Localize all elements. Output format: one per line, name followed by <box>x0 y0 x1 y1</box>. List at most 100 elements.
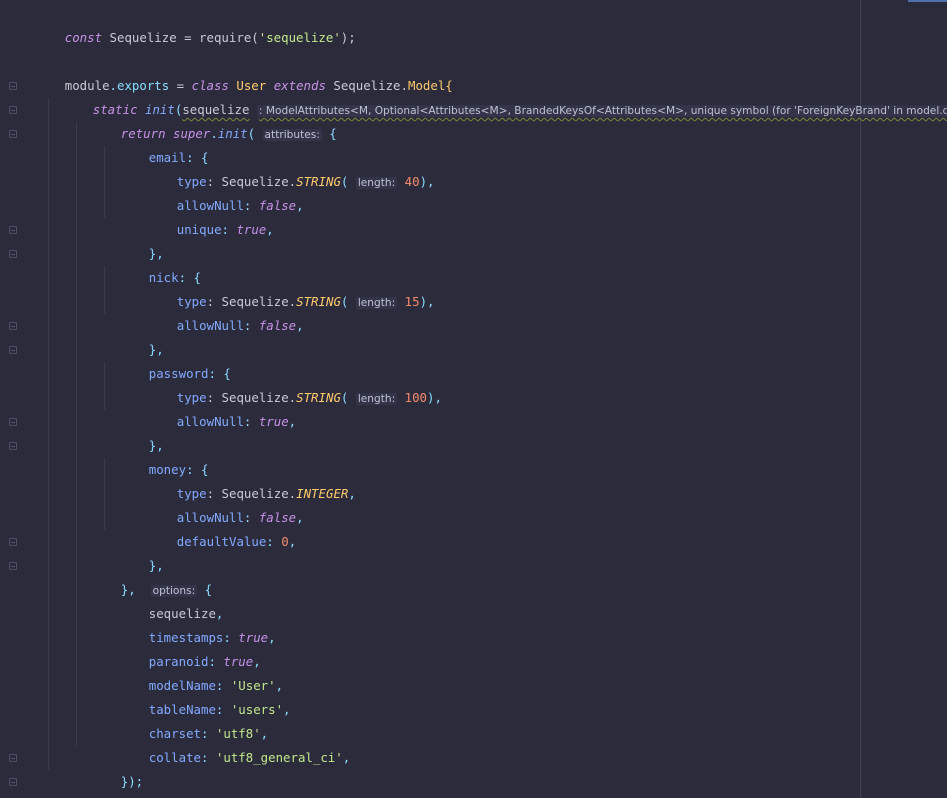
punctuation: ), <box>419 294 435 309</box>
fold-icon[interactable] <box>9 226 17 234</box>
punctuation: : <box>266 534 282 549</box>
code-line-3[interactable]: module.exports = class User extends Sequ… <box>20 50 453 93</box>
code-line-24[interactable]: }, options: { <box>76 554 212 597</box>
code-line-33[interactable]: } <box>48 770 100 794</box>
code-line-16[interactable]: type: Sequelize.STRING( length: 100), <box>132 362 442 405</box>
editor-gutter <box>0 0 18 798</box>
punctuation: , <box>296 510 304 525</box>
fold-icon[interactable] <box>9 82 17 90</box>
punctuation: : <box>243 414 259 429</box>
code-line-32[interactable]: }); <box>76 746 143 789</box>
object-key: allowNull <box>176 318 244 333</box>
code-line-12[interactable]: type: Sequelize.STRING( length: 15), <box>132 266 434 309</box>
method-name: init <box>217 126 248 141</box>
object-key: allowNull <box>176 414 244 429</box>
fold-icon[interactable] <box>9 562 17 570</box>
parameter-hint: length: <box>355 393 398 405</box>
code-line-14[interactable]: }, <box>104 314 164 357</box>
code-line-28[interactable]: modelName: 'User', <box>104 650 283 693</box>
boolean-literal: true <box>258 414 289 429</box>
punctuation: , <box>268 630 276 645</box>
code-line-20[interactable]: type: Sequelize.INTEGER, <box>132 458 356 501</box>
fold-icon[interactable] <box>9 250 17 258</box>
number-literal: 100 <box>404 390 428 405</box>
punctuation: , <box>288 414 297 429</box>
code-line-10[interactable]: }, <box>104 218 164 261</box>
code-line-22[interactable]: defaultValue: 0, <box>132 506 296 549</box>
code-line-11[interactable]: nick: { <box>104 242 201 285</box>
punctuation: : <box>221 222 237 237</box>
code-line-25[interactable]: sequelize, <box>104 578 224 621</box>
code-line-21[interactable]: allowNull: false, <box>132 482 304 525</box>
fold-icon[interactable] <box>9 130 17 138</box>
fold-icon[interactable] <box>9 442 17 450</box>
punctuation: . <box>210 126 218 141</box>
punctuation: , <box>283 702 291 717</box>
code-line-4[interactable]: static init(sequelize : ModelAttributes<… <box>48 74 947 117</box>
code-line-13[interactable]: allowNull: false, <box>132 290 304 333</box>
punctuation: }); <box>120 774 144 789</box>
code-line-7[interactable]: type: Sequelize.STRING( length: 40), <box>132 146 434 189</box>
punctuation: ( <box>247 126 263 141</box>
fold-icon[interactable] <box>9 418 17 426</box>
fold-icon[interactable] <box>9 778 17 786</box>
punctuation: , <box>288 534 297 549</box>
boolean-literal: true <box>236 222 267 237</box>
type-constant: STRING <box>296 390 341 405</box>
type-hint: : ModelAttributes<M, Optional<Attributes… <box>256 105 947 117</box>
object-key: unique <box>176 222 222 237</box>
code-line-8[interactable]: allowNull: false, <box>132 170 304 213</box>
punctuation: ), <box>427 390 442 405</box>
code-line-29[interactable]: tableName: 'users', <box>104 674 291 717</box>
code-line-27[interactable]: paranoid: true, <box>104 626 261 669</box>
code-line-6[interactable]: email: { <box>104 122 209 165</box>
code-line-15[interactable]: password: { <box>104 338 231 381</box>
code-line-31[interactable]: collate: 'utf8_general_ci', <box>104 722 350 765</box>
code-text: ); <box>340 30 356 45</box>
code-text: Sequelize = require( <box>102 30 259 45</box>
code-line-9[interactable]: unique: true, <box>132 194 274 237</box>
fold-icon[interactable] <box>9 322 17 330</box>
punctuation: , <box>296 198 304 213</box>
code-line-18[interactable]: }, <box>104 410 164 453</box>
code-line-19[interactable]: money: { <box>104 434 209 477</box>
code-line-26[interactable]: timestamps: true, <box>104 602 276 645</box>
keyword-const: const <box>64 30 103 45</box>
code-editor[interactable]: const Sequelize = require('sequelize'); … <box>0 0 947 798</box>
string-literal: 'sequelize' <box>258 30 341 45</box>
punctuation: ), <box>419 174 435 189</box>
number-literal: 40 <box>404 174 420 189</box>
number-literal: 0 <box>281 534 289 549</box>
object-key: collate <box>148 750 201 765</box>
code-line-1[interactable]: const Sequelize = require('sequelize'); <box>20 2 356 45</box>
punctuation: : <box>243 318 259 333</box>
punctuation: , <box>342 750 351 765</box>
code-line-23[interactable]: }, <box>104 530 164 573</box>
fold-icon[interactable] <box>9 538 17 546</box>
punctuation: : <box>200 750 216 765</box>
code-line-17[interactable]: allowNull: true, <box>132 386 296 429</box>
type-constant: INTEGER <box>296 486 349 501</box>
fold-icon[interactable] <box>9 754 17 762</box>
fold-icon[interactable] <box>9 106 17 114</box>
code-line-30[interactable]: charset: 'utf8', <box>104 698 268 741</box>
code-line-5[interactable]: return super.init( attributes: { <box>76 98 337 141</box>
indent-guide <box>76 122 77 746</box>
string-literal: 'utf8_general_ci' <box>215 750 343 765</box>
punctuation: , <box>266 222 274 237</box>
punctuation: ( <box>340 174 356 189</box>
punctuation: ( <box>340 390 356 405</box>
parameter-hint: length: <box>355 177 398 189</box>
fold-icon[interactable] <box>9 346 17 354</box>
punctuation: , <box>348 486 356 501</box>
object-key: defaultValue <box>176 534 267 549</box>
indent-guide <box>48 98 49 770</box>
scrollbar-marker[interactable] <box>908 0 947 2</box>
brace: { <box>321 126 337 141</box>
number-literal: 15 <box>404 294 420 309</box>
parameter-hint: length: <box>355 297 398 309</box>
parameter-hint: attributes: <box>262 129 322 141</box>
